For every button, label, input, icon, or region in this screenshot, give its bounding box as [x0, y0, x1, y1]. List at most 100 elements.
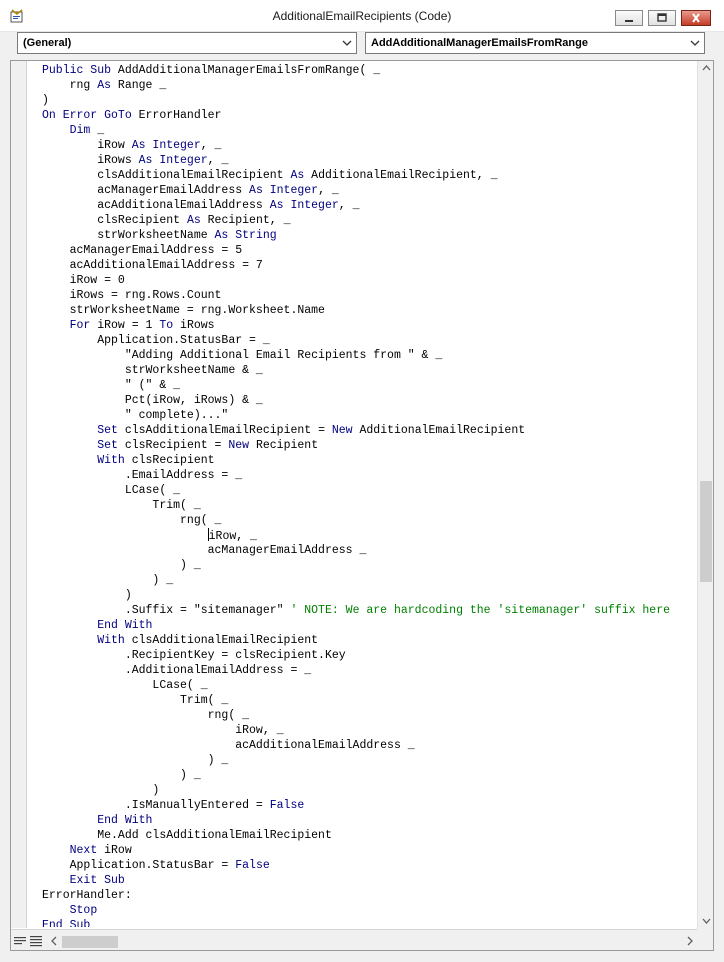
code-line[interactable]: iRow As Integer, _ — [42, 138, 698, 153]
code-line[interactable]: Stop — [42, 903, 698, 918]
code-line[interactable]: LCase( _ — [42, 483, 698, 498]
code-line[interactable]: acAdditionalEmailAddress As Integer, _ — [42, 198, 698, 213]
code-line[interactable]: On Error GoTo ErrorHandler — [42, 108, 698, 123]
code-line[interactable]: .EmailAddress = _ — [42, 468, 698, 483]
code-token: Recipient, _ — [200, 214, 291, 227]
procedure-view-icon[interactable] — [13, 934, 27, 948]
keyword-token: New — [331, 424, 353, 437]
code-line[interactable]: clsAdditionalEmailRecipient As Additiona… — [42, 168, 698, 183]
full-module-view-icon[interactable] — [29, 934, 43, 948]
code-line[interactable]: Set clsAdditionalEmailRecipient = New Ad… — [42, 423, 698, 438]
code-token: acAdditionalEmailAddress = 7 — [42, 259, 263, 272]
maximize-button[interactable] — [648, 10, 676, 26]
minimize-icon — [625, 20, 633, 22]
code-line[interactable]: Dim _ — [42, 123, 698, 138]
code-line[interactable]: LCase( _ — [42, 678, 698, 693]
code-line[interactable]: acAdditionalEmailAddress _ — [42, 738, 698, 753]
code-line[interactable]: .RecipientKey = clsRecipient.Key — [42, 648, 698, 663]
code-line[interactable]: rng As Range _ — [42, 78, 698, 93]
code-line[interactable]: iRows As Integer, _ — [42, 153, 698, 168]
margin-indicator-bar[interactable] — [11, 61, 27, 928]
code-line[interactable]: ) _ — [42, 558, 698, 573]
object-dropdown[interactable]: (General) — [17, 32, 357, 54]
code-line[interactable]: With clsRecipient — [42, 453, 698, 468]
code-line[interactable]: strWorksheetName & _ — [42, 363, 698, 378]
code-token: rng( _ — [42, 514, 222, 527]
code-line[interactable]: rng( _ — [42, 708, 698, 723]
code-line[interactable]: Set clsRecipient = New Recipient — [42, 438, 698, 453]
code-token: AdditionalEmailRecipient, _ — [304, 169, 498, 182]
code-line[interactable]: acManagerEmailAddress = 5 — [42, 243, 698, 258]
keyword-token: End With — [97, 619, 153, 632]
code-line[interactable]: ) _ — [42, 573, 698, 588]
code-token: AdditionalEmailRecipient — [352, 424, 526, 437]
code-line[interactable]: iRow = 0 — [42, 273, 698, 288]
code-line[interactable]: .IsManuallyEntered = False — [42, 798, 698, 813]
scroll-left-arrow-icon[interactable] — [50, 936, 58, 946]
vertical-scrollbar[interactable] — [697, 61, 713, 929]
code-token: Range _ — [111, 79, 167, 92]
code-line[interactable]: iRows = rng.Rows.Count — [42, 288, 698, 303]
code-line[interactable]: Trim( _ — [42, 498, 698, 513]
code-line[interactable]: With clsAdditionalEmailRecipient — [42, 633, 698, 648]
horizontal-scroll-thumb[interactable] — [62, 936, 118, 948]
code-line[interactable]: End With — [42, 813, 698, 828]
code-line[interactable]: ) _ — [42, 768, 698, 783]
code-line[interactable]: .Suffix = "sitemanager" ' NOTE: We are h… — [42, 603, 698, 618]
code-line[interactable]: iRow, _ — [42, 528, 698, 543]
code-line[interactable]: ) — [42, 588, 698, 603]
code-line[interactable]: End Sub — [42, 918, 698, 927]
code-line[interactable]: Application.StatusBar = False — [42, 858, 698, 873]
code-line[interactable]: Me.Add clsAdditionalEmailRecipient — [42, 828, 698, 843]
code-line[interactable]: "Adding Additional Email Recipients from… — [42, 348, 698, 363]
code-line[interactable]: Pct(iRow, iRows) & _ — [42, 393, 698, 408]
code-token: Recipient — [249, 439, 319, 452]
code-token: ) _ — [42, 769, 201, 782]
code-line[interactable]: Next iRow — [42, 843, 698, 858]
code-token: Me.Add clsAdditionalEmailRecipient — [42, 829, 332, 842]
title-bar[interactable]: AdditionalEmailRecipients (Code) — [0, 0, 724, 32]
keyword-token: New — [228, 439, 250, 452]
code-line[interactable]: Exit Sub — [42, 873, 698, 888]
horizontal-scrollbar[interactable] — [11, 929, 713, 950]
scroll-right-arrow-icon[interactable] — [686, 936, 694, 946]
code-line[interactable]: ErrorHandler: — [42, 888, 698, 903]
procedure-dropdown[interactable]: AddAdditionalManagerEmailsFromRange — [365, 32, 705, 54]
code-token: acManagerEmailAddress — [42, 184, 250, 197]
minimize-button[interactable] — [615, 10, 643, 26]
code-line[interactable]: rng( _ — [42, 513, 698, 528]
code-editor[interactable]: Public Sub AddAdditionalManagerEmailsFro… — [10, 60, 714, 951]
code-line[interactable]: Trim( _ — [42, 693, 698, 708]
code-text-area[interactable]: Public Sub AddAdditionalManagerEmailsFro… — [42, 63, 698, 927]
code-line[interactable]: ) _ — [42, 753, 698, 768]
keyword-token: For — [69, 319, 91, 332]
code-line[interactable]: " (" & _ — [42, 378, 698, 393]
code-token: LCase( _ — [42, 679, 208, 692]
code-line[interactable]: Application.StatusBar = _ — [42, 333, 698, 348]
code-line[interactable]: " complete)..." — [42, 408, 698, 423]
code-token: ) _ — [42, 559, 201, 572]
code-line[interactable]: acManagerEmailAddress _ — [42, 543, 698, 558]
code-line[interactable]: acManagerEmailAddress As Integer, _ — [42, 183, 698, 198]
code-line[interactable]: clsRecipient As Recipient, _ — [42, 213, 698, 228]
code-line[interactable]: For iRow = 1 To iRows — [42, 318, 698, 333]
close-button[interactable] — [681, 10, 711, 26]
scroll-up-arrow-icon[interactable] — [702, 64, 711, 72]
code-line[interactable]: ) — [42, 93, 698, 108]
code-line[interactable]: strWorksheetName = rng.Worksheet.Name — [42, 303, 698, 318]
code-token: iRows = rng.Rows.Count — [42, 289, 222, 302]
code-line[interactable]: Public Sub AddAdditionalManagerEmailsFro… — [42, 63, 698, 78]
code-line[interactable]: iRow, _ — [42, 723, 698, 738]
code-line[interactable]: End With — [42, 618, 698, 633]
code-line[interactable]: ) — [42, 783, 698, 798]
scroll-down-arrow-icon[interactable] — [702, 917, 711, 925]
code-token: Pct(iRow, iRows) & _ — [42, 394, 263, 407]
code-line[interactable]: .AdditionalEmailAddress = _ — [42, 663, 698, 678]
code-token: .IsManuallyEntered = — [42, 799, 270, 812]
code-line[interactable]: acAdditionalEmailAddress = 7 — [42, 258, 698, 273]
code-line[interactable]: strWorksheetName As String — [42, 228, 698, 243]
vertical-scroll-thumb[interactable] — [700, 481, 712, 582]
